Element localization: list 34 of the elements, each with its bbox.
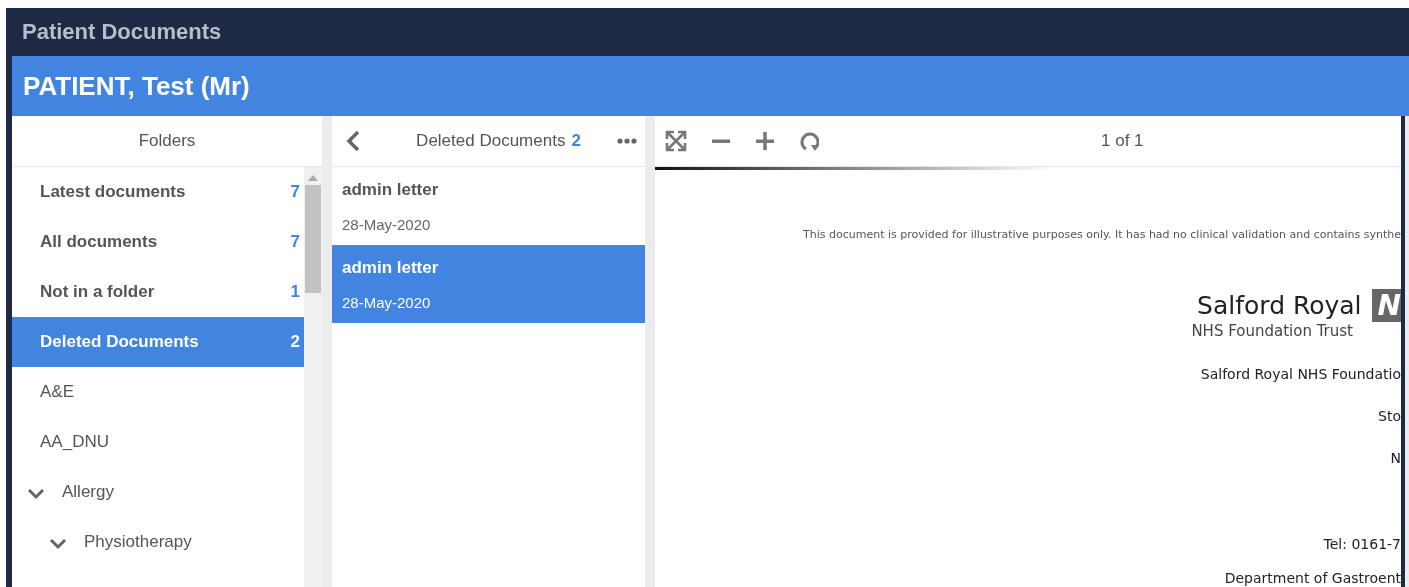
folder-item[interactable]: Deleted Documents 2 bbox=[12, 317, 304, 367]
folder-item[interactable]: Physiotherapy bbox=[12, 517, 304, 567]
address-line: Sto bbox=[1378, 408, 1401, 424]
organisation-name: Salford Royal bbox=[1197, 291, 1362, 320]
fullscreen-icon[interactable] bbox=[665, 130, 687, 152]
folders-heading: Folders bbox=[12, 116, 322, 167]
folder-item[interactable]: Latest documents 7 bbox=[12, 167, 304, 217]
page-indicator: 1 of 1 bbox=[1101, 131, 1144, 151]
patient-name: PATIENT, Test (Mr) bbox=[23, 70, 250, 102]
folder-item[interactable]: All documents 7 bbox=[12, 217, 304, 267]
folder-item[interactable]: Allergy bbox=[12, 467, 304, 517]
rotate-icon[interactable] bbox=[799, 130, 819, 152]
address-line: Salford Royal NHS Foundatio bbox=[1200, 366, 1401, 382]
disclaimer-text: This document is provided for illustrative purposes only. It has had no clinical validation and contains synthe bbox=[803, 228, 1401, 241]
chevron-left-icon bbox=[346, 130, 360, 152]
scrollbar[interactable] bbox=[304, 167, 322, 587]
organisation-subtitle: NHS Foundation Trust bbox=[1191, 322, 1353, 340]
telephone-line: Tel: 0161-7 bbox=[1323, 536, 1401, 552]
document-item[interactable]: admin letter 28-May-2020 bbox=[332, 167, 645, 245]
department-line: Department of Gastroent bbox=[1224, 570, 1401, 586]
back-button[interactable] bbox=[346, 130, 360, 152]
folder-item[interactable]: AA_DNU bbox=[12, 417, 304, 467]
logo-box: N bbox=[1371, 289, 1401, 322]
list-title: Deleted Documents bbox=[416, 131, 566, 151]
window-title: Patient Documents bbox=[22, 19, 222, 45]
zoom-in-icon[interactable] bbox=[755, 131, 775, 151]
more-icon bbox=[617, 138, 637, 144]
document-item[interactable]: admin letter 28-May-2020 bbox=[332, 245, 645, 323]
more-button[interactable] bbox=[617, 138, 637, 144]
folder-item[interactable]: Not in a folder 1 bbox=[12, 267, 304, 317]
folder-item[interactable]: A&E bbox=[12, 367, 304, 417]
scrollbar-thumb[interactable] bbox=[305, 185, 321, 293]
document-count: 2 bbox=[571, 131, 581, 151]
address-line: N bbox=[1390, 450, 1401, 466]
